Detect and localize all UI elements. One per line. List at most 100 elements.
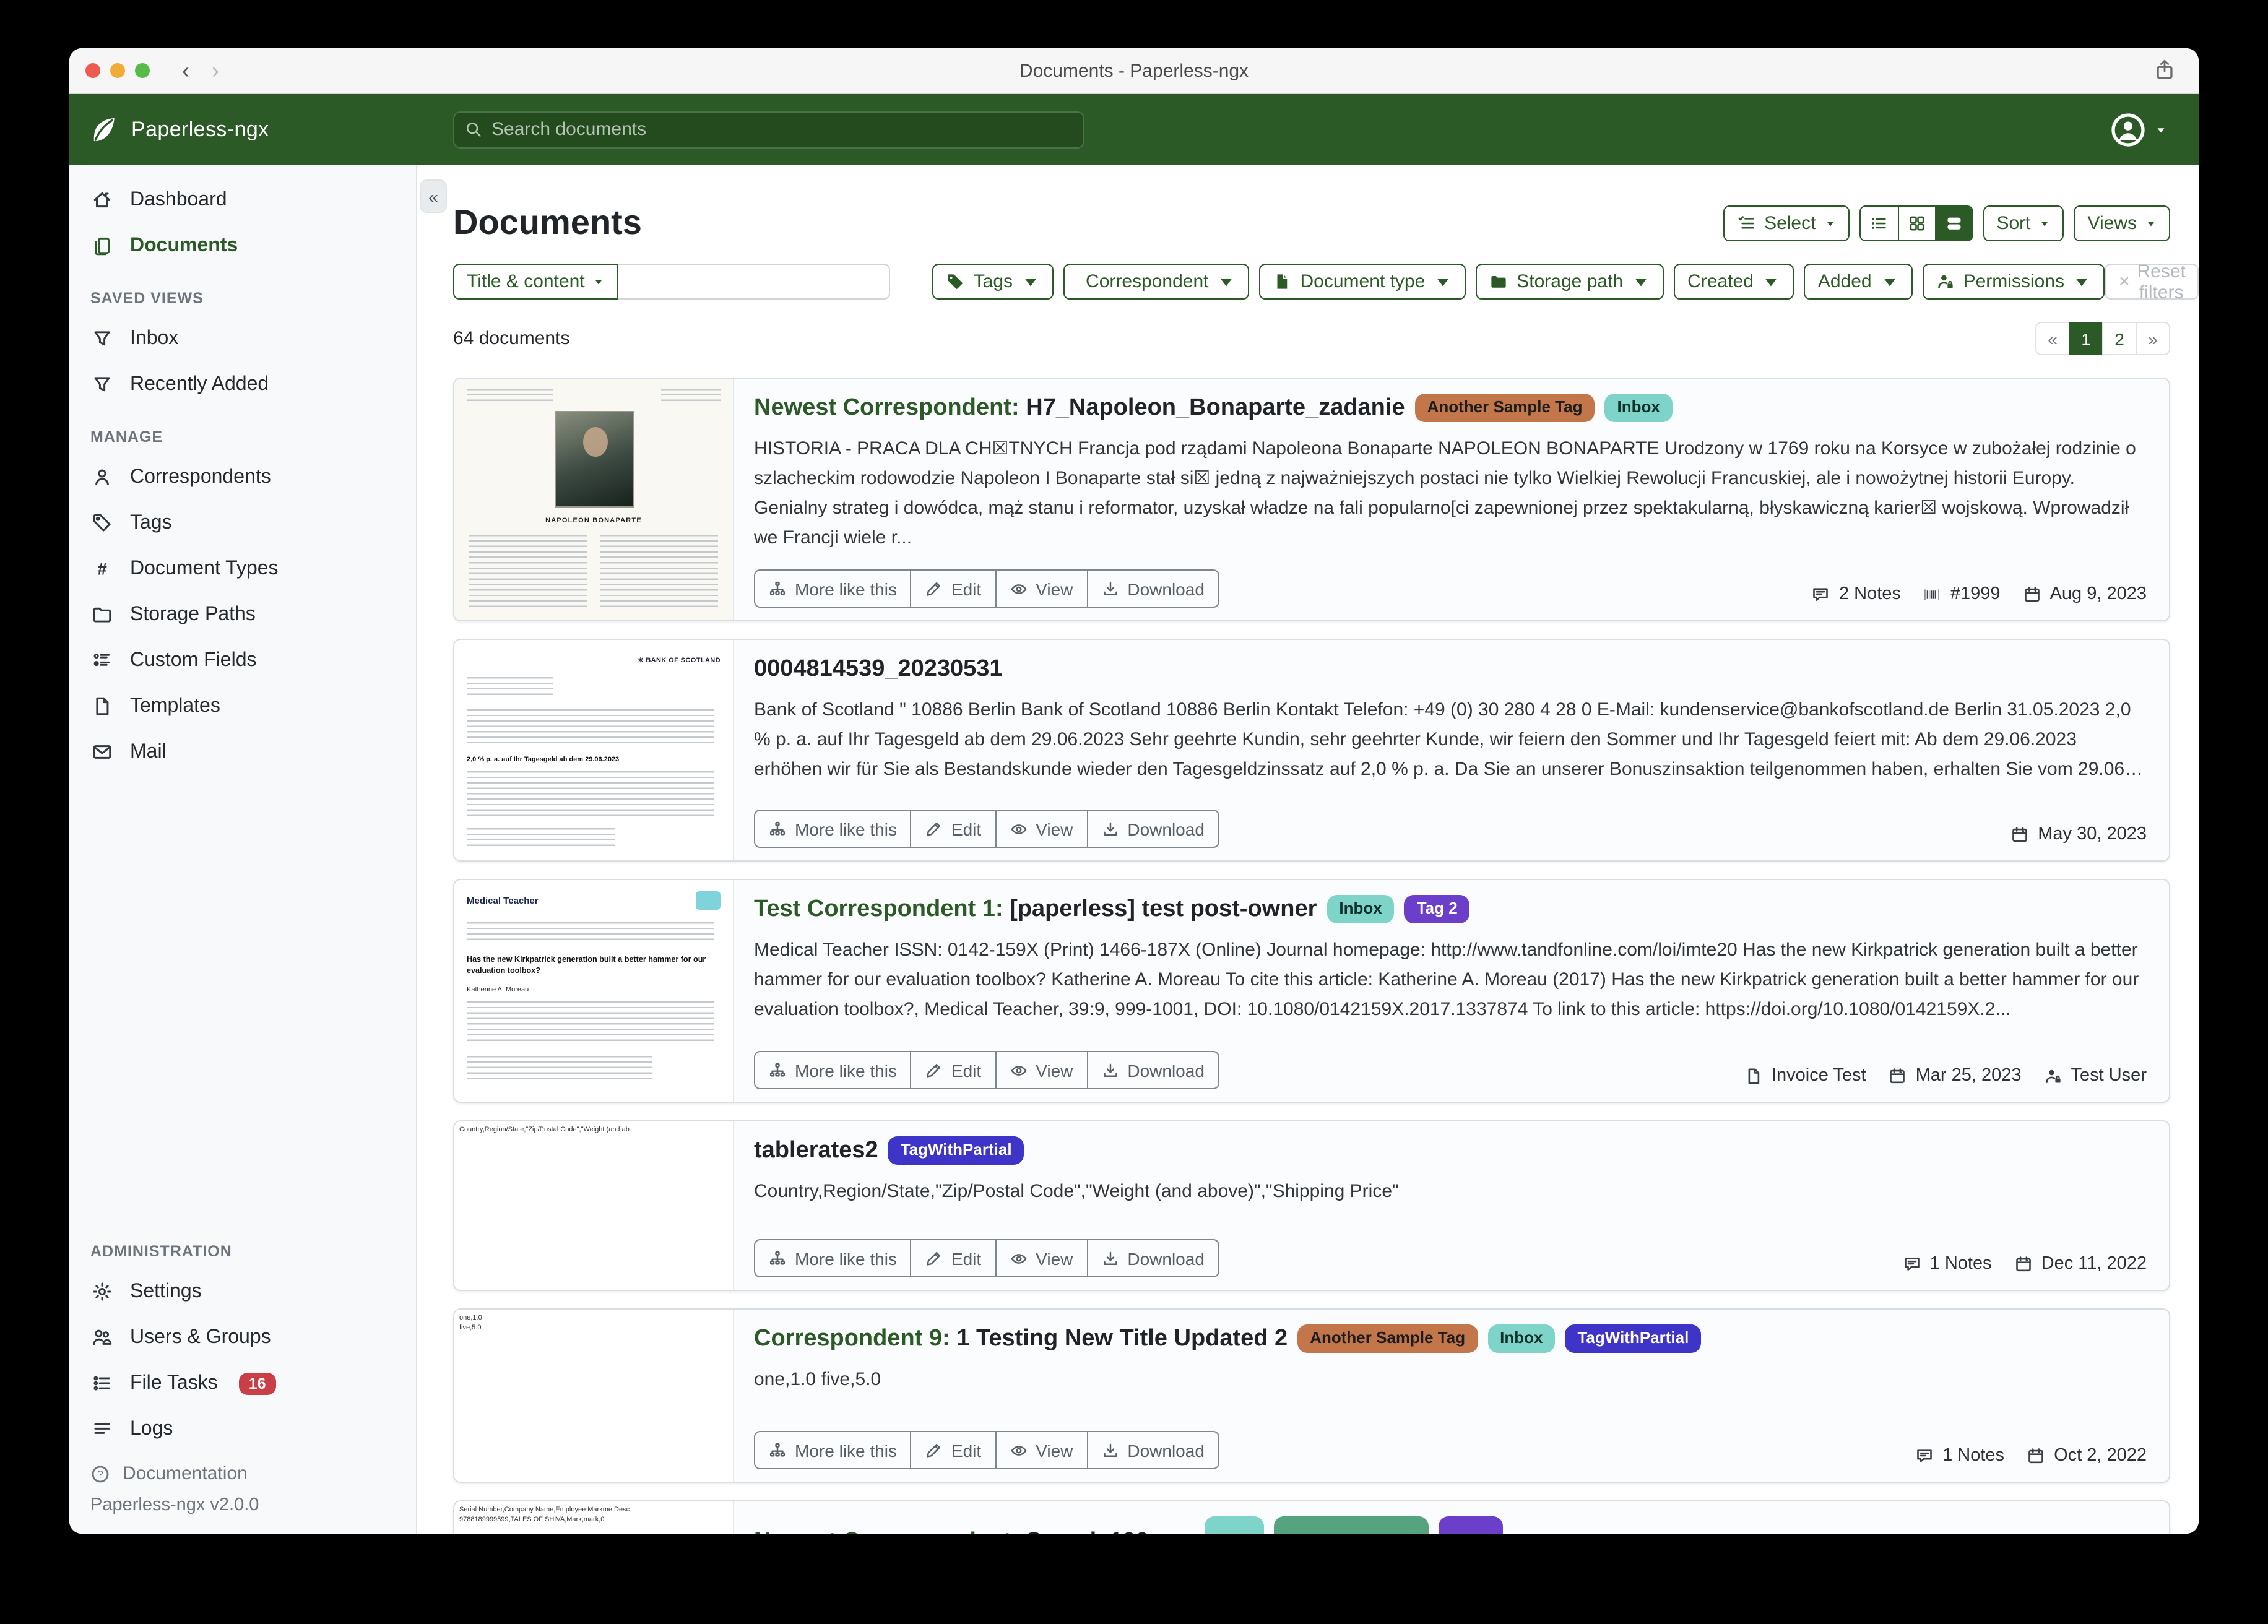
document-thumbnail[interactable]: Medical Teacher Has the new Kirkpatrick …	[454, 880, 734, 1102]
more-like-this-button[interactable]: More like this	[755, 1240, 911, 1276]
more-like-this-button[interactable]: More like this	[755, 811, 911, 847]
more-like-this-button[interactable]: More like this	[755, 1432, 911, 1468]
document-thumbnail[interactable]: Country,Region/State,"Zip/Postal Code","…	[454, 1121, 734, 1290]
sidebar-item-recently-added[interactable]: Recently Added	[69, 361, 416, 407]
tag-pill[interactable]	[1439, 1516, 1503, 1534]
download-button[interactable]: Download	[1086, 1240, 1218, 1276]
share-icon[interactable]	[2153, 58, 2176, 82]
document-title-link[interactable]: 0004814539_20230531	[754, 655, 2147, 685]
tag-pill[interactable]: Another Sample Tag	[1415, 394, 1595, 423]
forward-chevron-icon[interactable]: ›	[212, 59, 219, 82]
sidebar-item-document-types[interactable]: #Document Types	[69, 546, 416, 592]
download-button[interactable]: Download	[1086, 1052, 1218, 1088]
reset-filters-button[interactable]: × Reset filters	[2105, 264, 2199, 300]
tag-pill[interactable]: Another Sample Tag	[1297, 1324, 1478, 1354]
minimize-window-button[interactable]	[110, 63, 125, 78]
edit-button[interactable]: Edit	[911, 1432, 995, 1468]
user-menu[interactable]	[2110, 111, 2166, 148]
sidebar-item-tags[interactable]: Tags	[69, 500, 416, 546]
filter-tags-button[interactable]: Tags	[933, 264, 1054, 300]
tag-pill[interactable]	[1205, 1516, 1264, 1534]
tag-pill[interactable]: Inbox	[1327, 895, 1394, 924]
sidebar-item-file-tasks[interactable]: File Tasks16	[69, 1360, 416, 1406]
document-title-link[interactable]: Newest Correspondent: Sample100.csv	[754, 1516, 2147, 1534]
document-thumbnail[interactable]: NAPOLEON BONAPARTE	[454, 379, 734, 620]
download-button[interactable]: Download	[1086, 571, 1218, 607]
filter-added-button[interactable]: Added	[1804, 264, 1913, 300]
grid-view-button[interactable]	[1897, 206, 1934, 240]
sidebar-item-templates[interactable]: Templates	[69, 683, 416, 729]
filter-permissions-button[interactable]: Permissions	[1923, 264, 2105, 300]
more-like-this-button[interactable]: More like this	[755, 1052, 911, 1088]
title-content-filter-input[interactable]	[618, 264, 891, 300]
document-correspondent[interactable]: Correspondent 9	[754, 1326, 942, 1352]
document-title-link[interactable]: Correspondent 9: 1 Testing New Title Upd…	[754, 1324, 2147, 1354]
document-title-link[interactable]: Test Correspondent 1: [paperless] test p…	[754, 895, 2147, 925]
pagination-page-1[interactable]: 1	[2069, 322, 2103, 355]
edit-button[interactable]: Edit	[911, 811, 995, 847]
document-correspondent[interactable]: Test Correspondent 1	[754, 896, 995, 922]
meta-calendar: Aug 9, 2023	[2023, 584, 2147, 604]
tag-pill[interactable]: Inbox	[1605, 394, 1673, 423]
view-button[interactable]: View	[995, 1240, 1086, 1276]
document-thumbnail[interactable]: Serial Number,Company Name,Employee Mark…	[454, 1501, 734, 1534]
edit-button[interactable]: Edit	[911, 1240, 995, 1276]
filter-storage-path-button[interactable]: Storage path	[1476, 264, 1664, 300]
app-header: Paperless-ngx	[69, 94, 2199, 165]
title-separator: :	[942, 1326, 950, 1352]
sidebar-item-settings[interactable]: Settings	[69, 1269, 416, 1315]
tag-pill[interactable]	[1274, 1516, 1429, 1534]
filter-created-button[interactable]: Created	[1674, 264, 1794, 300]
document-correspondent[interactable]: Newest Correspondent	[754, 1529, 1011, 1534]
action-label: Download	[1127, 1060, 1205, 1080]
sidebar-item-users-groups[interactable]: Users & Groups	[69, 1315, 416, 1360]
detail-view-button[interactable]	[1934, 206, 1972, 240]
sidebar-item-mail[interactable]: Mail	[69, 729, 416, 775]
filter-field-button[interactable]: Title & content	[453, 264, 618, 300]
views-button[interactable]: Views	[2074, 205, 2171, 241]
sidebar-item-logs[interactable]: Logs	[69, 1406, 416, 1452]
tag-pill[interactable]: TagWithPartial	[1565, 1324, 1701, 1354]
sidebar-item-correspondents[interactable]: Correspondents	[69, 454, 416, 500]
sidebar-item-inbox[interactable]: Inbox	[69, 316, 416, 361]
document-thumbnail[interactable]: ✳ BANK OF SCOTLAND 2,0 % p. a. auf Ihr T…	[454, 640, 734, 860]
tag-pill[interactable]: Tag 2	[1405, 895, 1470, 924]
document-title-link[interactable]: Newest Correspondent: H7_Napoleon_Bonapa…	[754, 394, 2147, 423]
more-like-this-button[interactable]: More like this	[755, 571, 911, 607]
pagination-next-button[interactable]: »	[2136, 322, 2170, 355]
document-correspondent[interactable]: Newest Correspondent	[754, 395, 1011, 421]
documentation-link[interactable]: ?Documentation	[69, 1452, 416, 1487]
pagination-page-2[interactable]: 2	[2102, 322, 2137, 355]
app-brand[interactable]: Paperless-ngx	[69, 114, 453, 144]
sidebar-item-storage-paths[interactable]: Storage Paths	[69, 592, 416, 637]
document-thumbnail[interactable]: one,1.0 five,5.0	[454, 1310, 734, 1482]
edit-button[interactable]: Edit	[911, 571, 995, 607]
edit-button[interactable]: Edit	[911, 1052, 995, 1088]
action-label: More like this	[795, 1248, 897, 1268]
sort-button[interactable]: Sort	[1983, 205, 2064, 241]
tag-pill[interactable]: Inbox	[1487, 1324, 1555, 1354]
sidebar-item-documents[interactable]: Documents	[69, 223, 416, 269]
download-button[interactable]: Download	[1086, 811, 1218, 847]
filter-correspondent-button[interactable]: Correspondent	[1063, 264, 1249, 300]
view-button[interactable]: View	[995, 571, 1086, 607]
filter-document-type-button[interactable]: Document type	[1260, 264, 1466, 300]
download-button[interactable]: Download	[1086, 1432, 1218, 1468]
view-button[interactable]: View	[995, 1432, 1086, 1468]
diagram-icon	[769, 580, 786, 597]
sidebar-collapse-button[interactable]: «	[420, 179, 447, 213]
maximize-window-button[interactable]	[135, 63, 150, 78]
tag-pill[interactable]: TagWithPartial	[888, 1136, 1024, 1165]
pagination-prev-button[interactable]: «	[2035, 322, 2070, 355]
view-button[interactable]: View	[995, 1052, 1086, 1088]
sidebar-item-dashboard[interactable]: Dashboard	[69, 177, 416, 223]
close-window-button[interactable]	[85, 63, 100, 78]
view-button[interactable]: View	[995, 811, 1086, 847]
select-button[interactable]: Select	[1723, 205, 1849, 241]
sidebar-section-label: MANAGE	[69, 407, 416, 454]
document-title-link[interactable]: tablerates2TagWithPartial	[754, 1136, 2147, 1166]
search-input[interactable]	[453, 111, 1084, 148]
list-view-button[interactable]	[1860, 206, 1897, 240]
back-chevron-icon[interactable]: ‹	[182, 59, 189, 82]
sidebar-item-custom-fields[interactable]: Custom Fields	[69, 637, 416, 683]
